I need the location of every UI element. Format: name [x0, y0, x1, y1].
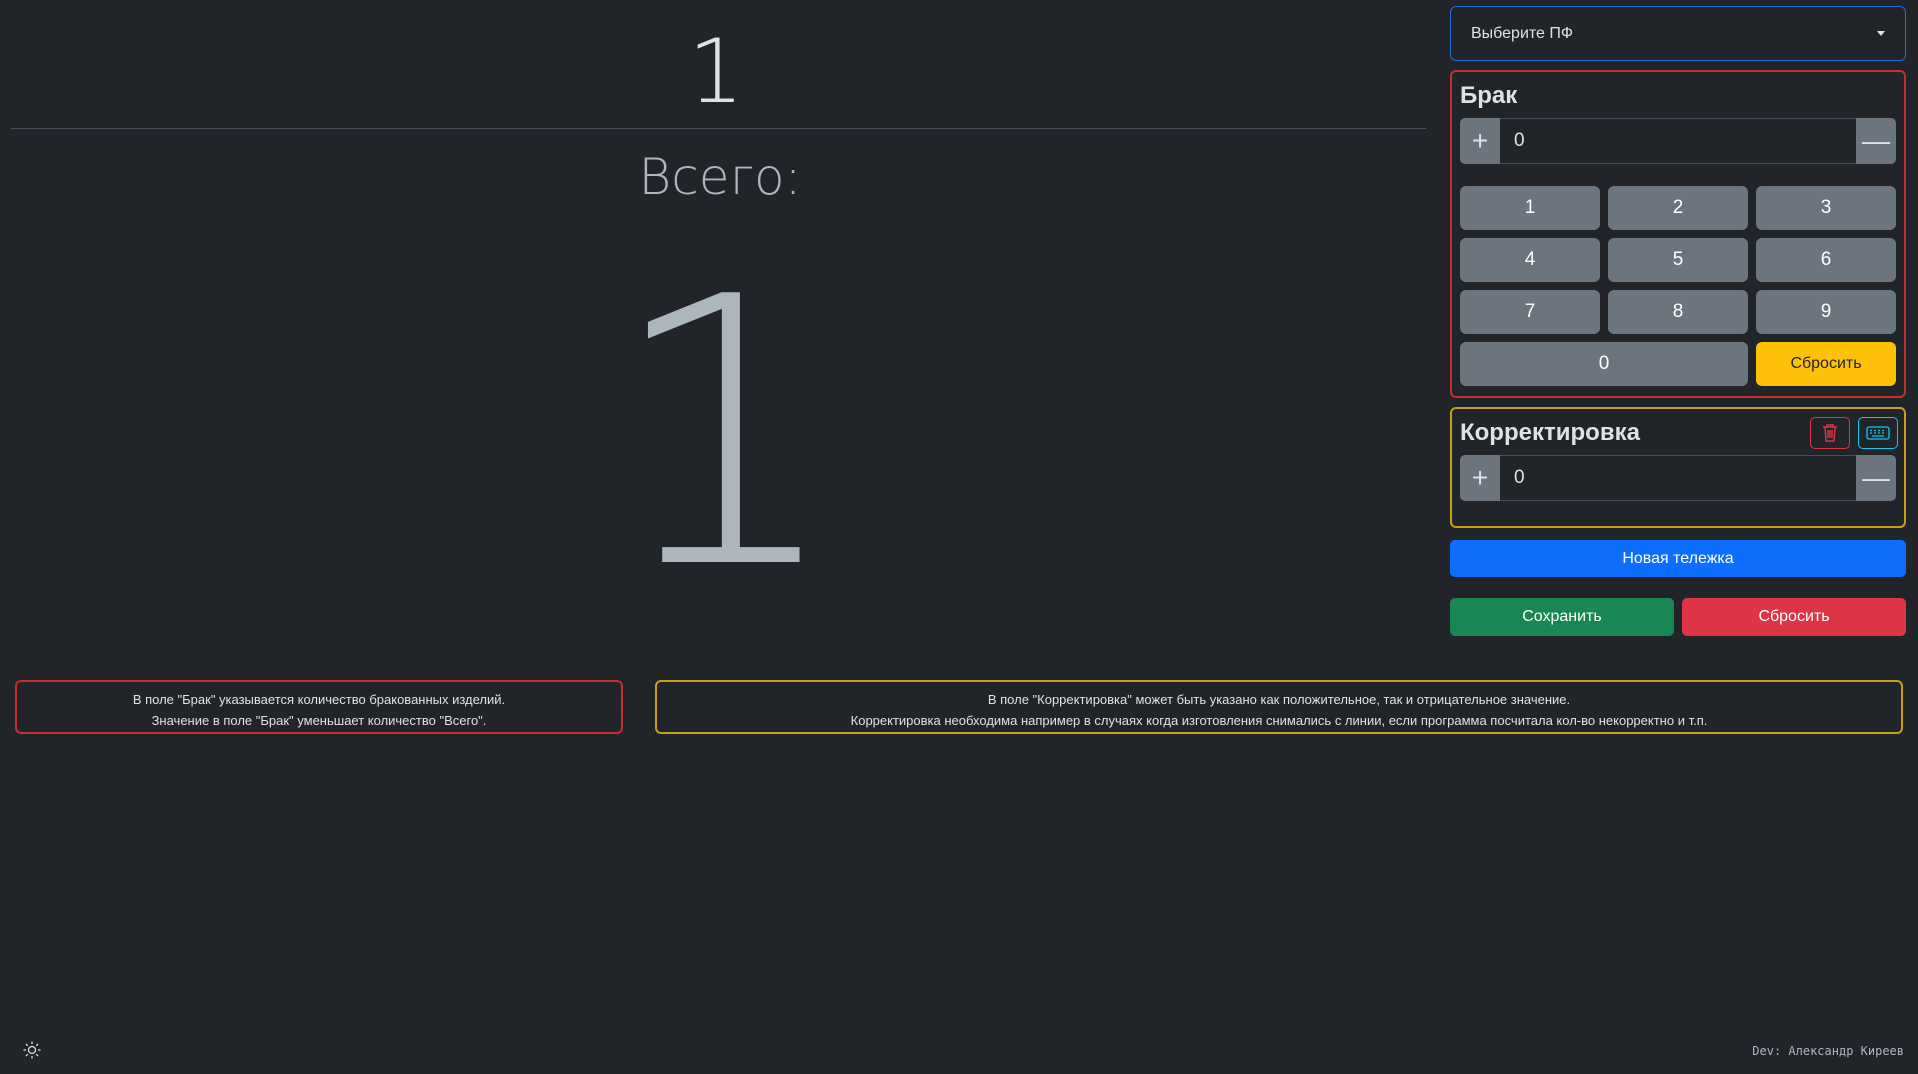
key-5[interactable]: 5	[1608, 238, 1748, 282]
defect-reset-button[interactable]: Сбросить	[1756, 342, 1896, 386]
sun-icon	[23, 1041, 41, 1059]
minus-icon: —	[1862, 462, 1890, 493]
product-select[interactable]: Выберите ПФ	[1450, 6, 1906, 61]
theme-toggle-button[interactable]	[22, 1040, 42, 1060]
correction-input-value: 0	[1514, 467, 1525, 488]
correction-delete-button[interactable]	[1810, 417, 1850, 449]
defect-info-line: Значение в поле "Брак" уменьшает количес…	[151, 713, 487, 728]
correction-minus-button[interactable]: —	[1856, 455, 1896, 501]
total-label: Всего:	[638, 148, 802, 206]
defect-title: Брак	[1460, 82, 1518, 109]
defect-input-value: 0	[1514, 130, 1525, 151]
correction-title: Корректировка	[1460, 419, 1640, 446]
defect-info-line: В поле "Брак" указывается количество бра…	[132, 692, 506, 707]
plus-icon: +	[1471, 462, 1489, 493]
divider	[11, 128, 1426, 129]
defect-keypad: 1 2 3 4 5 6 7 8 9 0 Сбросить	[1460, 186, 1896, 386]
key-3[interactable]: 3	[1756, 186, 1896, 230]
trash-icon	[1823, 424, 1837, 442]
correction-input-group: + 0 —	[1460, 455, 1896, 501]
key-6[interactable]: 6	[1756, 238, 1896, 282]
defect-card: Брак + 0 — 1 2 3 4 5 6 7 8 9 0 Сбросить	[1450, 70, 1906, 398]
defect-info-box: В поле "Брак" указывается количество бра…	[15, 680, 623, 734]
defect-minus-button[interactable]: —	[1856, 118, 1896, 164]
product-select-label: Выберите ПФ	[1471, 24, 1574, 42]
correction-input[interactable]: 0	[1500, 455, 1856, 501]
save-button[interactable]: Сохранить	[1450, 598, 1674, 636]
correction-info-line: В поле "Корректировка" может быть указан…	[987, 692, 1571, 707]
key-4[interactable]: 4	[1460, 238, 1600, 282]
key-7[interactable]: 7	[1460, 290, 1600, 334]
correction-card: Корректировка + 0 —	[1450, 407, 1906, 528]
reset-button[interactable]: Сбросить	[1682, 598, 1906, 636]
keyboard-icon	[1866, 426, 1890, 440]
correction-keyboard-button[interactable]	[1858, 417, 1898, 449]
defect-input-group: + 0 —	[1460, 118, 1896, 164]
chevron-down-icon	[1877, 31, 1885, 36]
key-8[interactable]: 8	[1608, 290, 1748, 334]
key-2[interactable]: 2	[1608, 186, 1748, 230]
defect-input[interactable]: 0	[1500, 118, 1856, 164]
total-value: 1	[607, 220, 843, 650]
minus-icon: —	[1862, 125, 1890, 156]
correction-info-line: Корректировка необходима например в случ…	[850, 713, 1708, 728]
plus-icon: +	[1471, 125, 1489, 156]
developer-credit: Dev: Александр Киреев	[1752, 1044, 1904, 1058]
top-counter: 1	[688, 20, 744, 123]
correction-info-box: В поле "Корректировка" может быть указан…	[655, 680, 1903, 734]
key-1[interactable]: 1	[1460, 186, 1600, 230]
key-9[interactable]: 9	[1756, 290, 1896, 334]
defect-plus-button[interactable]: +	[1460, 118, 1500, 164]
correction-plus-button[interactable]: +	[1460, 455, 1500, 501]
new-cart-button[interactable]: Новая тележка	[1450, 540, 1906, 577]
key-0[interactable]: 0	[1460, 342, 1748, 386]
